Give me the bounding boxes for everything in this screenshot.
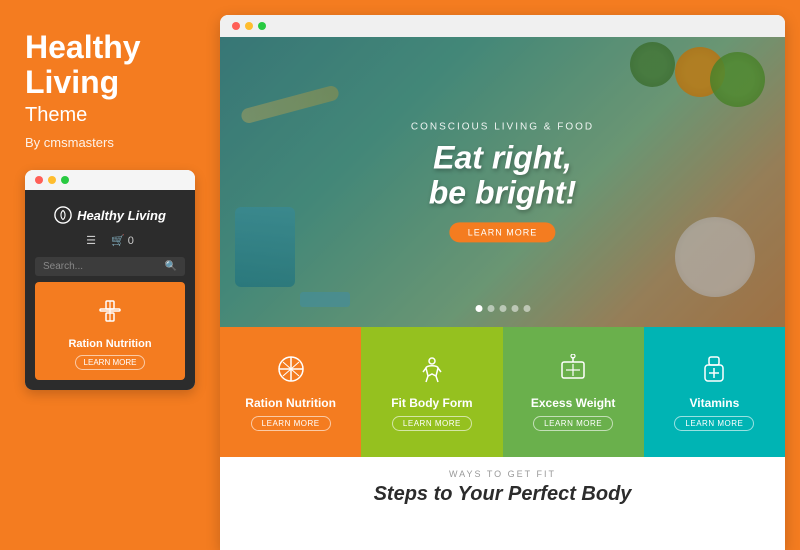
- feature-card-ration-nutrition: Ration Nutrition LEARN MORE: [220, 327, 361, 457]
- mockup-search[interactable]: Search... 🔍: [35, 257, 185, 276]
- hero-dot-5[interactable]: [523, 305, 530, 312]
- browser-titlebar: [220, 15, 785, 37]
- vitamins-icon: [699, 354, 729, 390]
- hero-section: Healthy Living HOME FEATURES SHORTCODES …: [220, 37, 785, 327]
- dot-yellow: [48, 176, 56, 184]
- feature-btn-vitamins[interactable]: LEARN MORE: [674, 416, 754, 431]
- fit-body-icon: [417, 354, 447, 390]
- bottom-label: WAYS TO GET FIT: [240, 469, 765, 479]
- bottom-title: Steps to Your Perfect Body: [240, 483, 765, 506]
- cart-icon: 🛒 0: [111, 234, 134, 247]
- ration-nutrition-icon: [276, 354, 306, 390]
- hero-dot-1[interactable]: [475, 305, 482, 312]
- search-icon: 🔍: [165, 261, 177, 272]
- feature-title-vitamins: Vitamins: [689, 396, 739, 410]
- hero-content: Conscious Living & Food Eat right, be br…: [411, 121, 594, 242]
- mockup-logo: Healthy Living: [35, 200, 185, 230]
- mockup-card-icon: [45, 297, 175, 332]
- hero-dot-3[interactable]: [499, 305, 506, 312]
- hero-dot-2[interactable]: [487, 305, 494, 312]
- feature-title-excess-weight: Excess Weight: [531, 396, 615, 410]
- mockup-feature-card: Ration Nutrition LEARN MORE: [35, 282, 185, 380]
- hero-title: Eat right, be bright!: [411, 140, 594, 210]
- browser-dot-green: [258, 22, 266, 30]
- browser-dot-red: [232, 22, 240, 30]
- dot-green: [61, 176, 69, 184]
- feature-btn-ration[interactable]: LEARN MORE: [251, 416, 331, 431]
- feature-card-excess-weight: Excess Weight LEARN MORE: [503, 327, 644, 457]
- features-row: Ration Nutrition LEARN MORE Fit Body For…: [220, 327, 785, 457]
- feature-title-ration: Ration Nutrition: [245, 396, 336, 410]
- mockup-body: Healthy Living ☰ 🛒 0 Search... 🔍: [25, 190, 195, 390]
- feature-btn-excess-weight[interactable]: LEARN MORE: [533, 416, 613, 431]
- bottom-section: WAYS TO GET FIT Steps to Your Perfect Bo…: [220, 457, 785, 550]
- mockup-nav: ☰ 🛒 0: [35, 230, 185, 251]
- browser-window: Healthy Living HOME FEATURES SHORTCODES …: [220, 15, 785, 550]
- browser-dot-yellow: [245, 22, 253, 30]
- feature-card-fit-body: Fit Body Form LEARN MORE: [361, 327, 502, 457]
- theme-title: Healthy Living Theme By cmsmasters: [25, 30, 195, 150]
- hero-dot-4[interactable]: [511, 305, 518, 312]
- feature-title-fit-body: Fit Body Form: [391, 396, 472, 410]
- left-panel: Healthy Living Theme By cmsmasters Healt…: [0, 0, 220, 550]
- mockup-titlebar: [25, 170, 195, 190]
- website-content: Healthy Living HOME FEATURES SHORTCODES …: [220, 37, 785, 550]
- mobile-mockup: Healthy Living ☰ 🛒 0 Search... 🔍: [25, 170, 195, 390]
- hero-cta-button[interactable]: LEARN MORE: [450, 223, 556, 243]
- excess-weight-icon: [558, 354, 588, 390]
- dot-red: [35, 176, 43, 184]
- hamburger-icon: ☰: [86, 234, 96, 247]
- hero-slider-dots: [475, 305, 530, 312]
- feature-card-vitamins: Vitamins LEARN MORE: [644, 327, 785, 457]
- feature-btn-fit-body[interactable]: LEARN MORE: [392, 416, 472, 431]
